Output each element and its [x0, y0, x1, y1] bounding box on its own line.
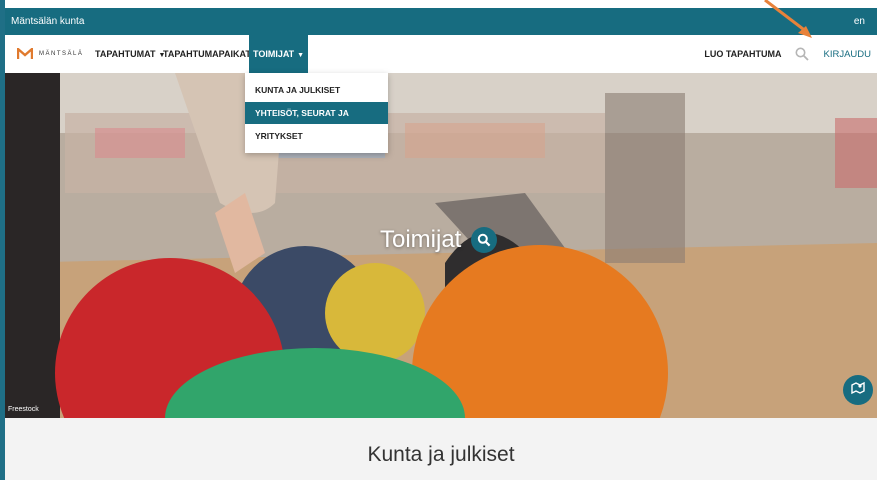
language-switch[interactable]: en — [854, 16, 865, 27]
hero-title-text: Toimijat — [380, 226, 462, 253]
map-button[interactable] — [843, 375, 873, 405]
annotation-arrow-icon — [764, 0, 812, 38]
photo-credit: Freestock — [8, 406, 39, 413]
toimijat-dropdown-menu: KUNTA JA JULKISET YHTEISÖT, SEURAT JA YH… — [245, 73, 388, 153]
nav-tapahtumat-label: TAPAHTUMAT — [95, 49, 156, 59]
logo-m-icon — [17, 48, 33, 59]
nav-toimijat[interactable]: TOIMIJAT ▼ — [249, 35, 309, 73]
logo-text: MÄNTSÄLÄ — [39, 50, 84, 57]
search-icon[interactable] — [795, 47, 810, 61]
logo[interactable]: MÄNTSÄLÄ — [17, 48, 83, 59]
map-icon — [851, 381, 865, 400]
nav-toimijat-label: TOIMIJAT — [253, 49, 295, 59]
menu-item-yhteisot[interactable]: YHTEISÖT, SEURAT JA YHDISTYKSET — [245, 102, 388, 140]
menu-item-yritykset[interactable]: YRITYKSET — [245, 125, 388, 147]
browser-frame: Mäntsälän kunta en MÄNTSÄLÄ TAPAHTUMAT ▼ … — [0, 0, 877, 480]
section-area: Kunta ja julkiset — [5, 418, 877, 480]
create-event-link[interactable]: LUO TAPAHTUMA — [704, 49, 781, 59]
menu-item-kunta-ja-julkiset[interactable]: KUNTA JA JULKISET — [245, 79, 388, 101]
hero-title: Toimijat — [380, 226, 498, 254]
hero-banner: Toimijat Freestock — [5, 73, 877, 418]
section-title: Kunta ja julkiset — [367, 443, 515, 466]
login-link[interactable]: KIRJAUDU — [823, 49, 871, 60]
caret-down-icon: ▼ — [297, 52, 305, 59]
nav-tapahtumat[interactable]: TAPAHTUMAT ▼ — [91, 35, 169, 73]
site-name-link[interactable]: Mäntsälän kunta — [11, 16, 84, 27]
nav-tapahtumapaikat-label: TAPAHTUMAPAIKAT — [163, 49, 251, 59]
search-icon[interactable] — [471, 227, 498, 253]
